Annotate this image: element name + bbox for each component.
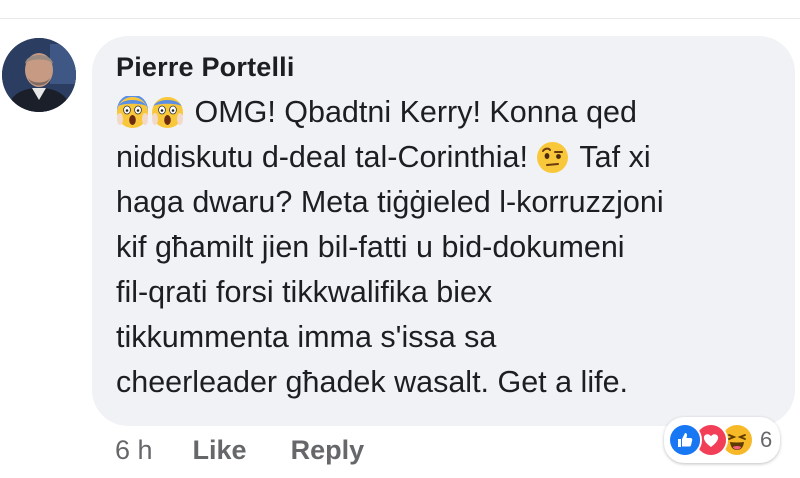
like-button[interactable]: Like <box>193 435 247 466</box>
comment-line: haga dwaru? Meta tiġġieled l-korruzzjoni <box>116 185 664 219</box>
reply-button[interactable]: Reply <box>291 435 365 466</box>
reaction-count: 6 <box>760 427 773 452</box>
comment-line: OMG! Qbadtni Kerry! Konna qed <box>194 95 637 129</box>
avatar[interactable] <box>2 38 76 112</box>
reactions-summary[interactable]: 6 <box>664 417 781 463</box>
face-with-raised-eyebrow-emoji <box>536 141 569 174</box>
comment-line: fil-qrati forsi tikkwalifika biex <box>116 275 493 309</box>
comment-line: kif għamilt jien bil-fatti u bid-dokumen… <box>116 230 625 264</box>
comment-author[interactable]: Pierre Portelli <box>116 50 775 84</box>
divider <box>0 18 800 19</box>
comment-line: cheerleader għadek wasalt. Get a life. <box>116 365 629 399</box>
screaming-face-emoji <box>151 96 184 129</box>
comment-line: Taf xi <box>579 140 651 174</box>
comment-timestamp[interactable]: 6 h <box>115 435 153 466</box>
screaming-face-emoji <box>116 96 149 129</box>
comment-line: niddiskutu d-deal tal-Corinthia! <box>116 140 528 174</box>
like-reaction-icon <box>668 423 702 457</box>
comment-bubble: Pierre Portelli OMG! Qbadtni Kerry! Konn… <box>92 36 795 426</box>
comment-line: tikkummenta imma s'issa sa <box>116 320 497 354</box>
comment-actions: 6 h Like Reply <box>115 430 364 470</box>
comment-text: OMG! Qbadtni Kerry! Konna qed niddiskutu… <box>116 90 775 405</box>
